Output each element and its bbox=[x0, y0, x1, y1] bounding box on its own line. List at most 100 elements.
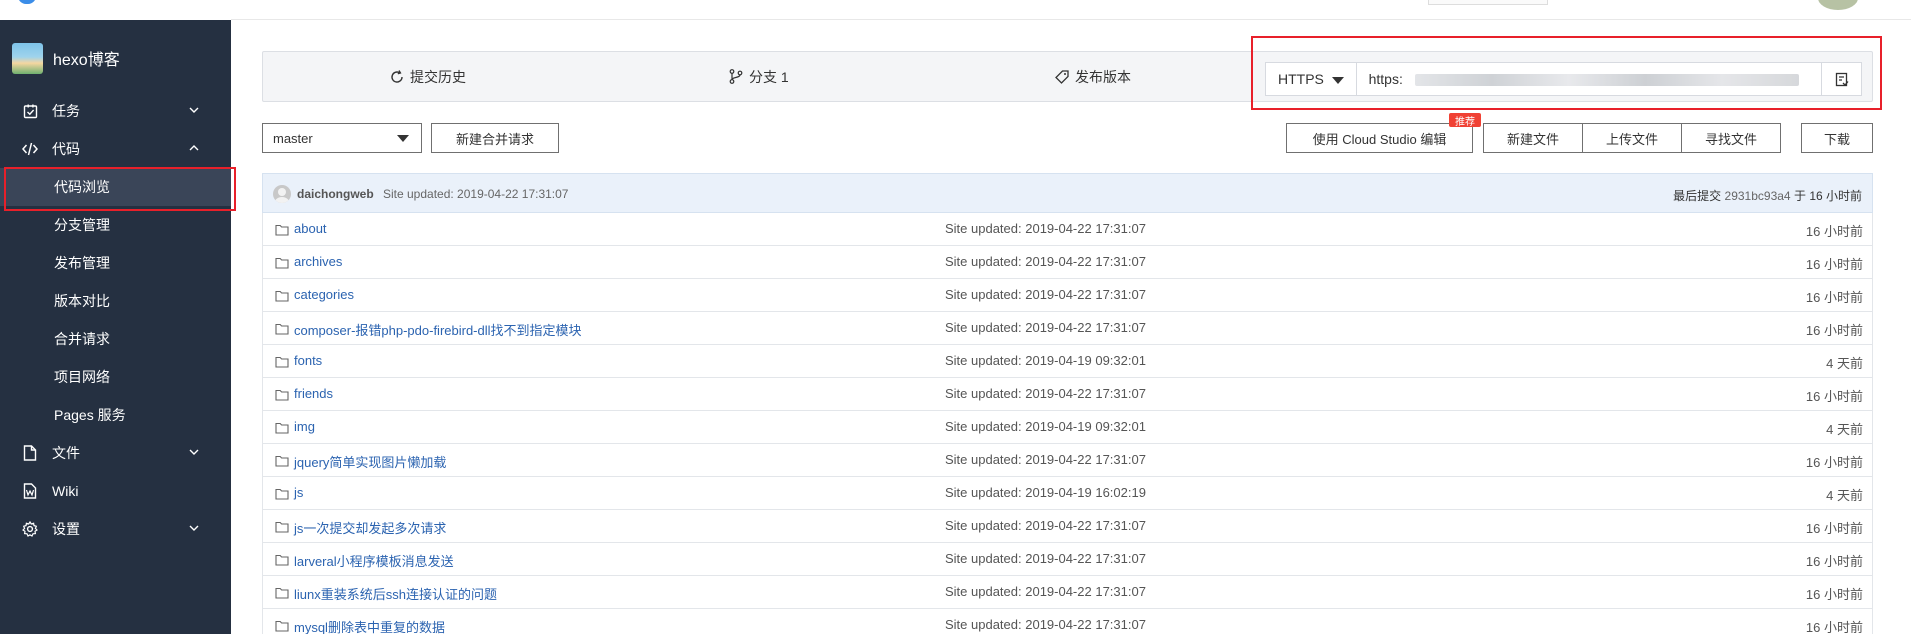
file-name-link[interactable]: img bbox=[294, 419, 315, 434]
clone-url-group: HTTPS https: bbox=[1265, 62, 1862, 96]
table-row[interactable]: jquery简单实现图片懒加载 Site updated: 2019-04-22 … bbox=[262, 444, 1873, 477]
file-commit-message[interactable]: Site updated: 2019-04-22 17:31:07 bbox=[945, 452, 1146, 467]
clone-protocol-value: HTTPS bbox=[1278, 71, 1324, 87]
file-name-link[interactable]: js bbox=[294, 485, 303, 500]
header-search-box[interactable] bbox=[1428, 0, 1548, 5]
sidebar-subitem-network[interactable]: 项目网络 bbox=[0, 358, 231, 396]
file-name-link[interactable]: liunx重装系统后ssh连接认证的问题 bbox=[294, 584, 497, 603]
author-avatar bbox=[273, 185, 291, 203]
recommend-badge: 推荐 bbox=[1449, 113, 1481, 128]
new-file-button[interactable]: 新建文件 bbox=[1483, 123, 1583, 153]
file-commit-time: 16 小时前 bbox=[1805, 521, 1863, 536]
sidebar-subitem-compare[interactable]: 版本对比 bbox=[0, 282, 231, 320]
folder-icon bbox=[275, 290, 289, 302]
sidebar-subitem-branches[interactable]: 分支管理 bbox=[0, 206, 231, 244]
file-commit-message[interactable]: Site updated: 2019-04-22 17:31:07 bbox=[945, 287, 1146, 302]
gear-icon bbox=[22, 521, 38, 537]
file-name-link[interactable]: friends bbox=[294, 386, 333, 401]
user-avatar[interactable] bbox=[1818, 0, 1858, 10]
file-icon bbox=[22, 445, 38, 461]
new-merge-request-button[interactable]: 新建合并请求 bbox=[431, 123, 559, 153]
sidebar-item-code[interactable]: 代码 bbox=[0, 130, 231, 168]
code-icon bbox=[22, 141, 38, 157]
table-row[interactable]: liunx重装系统后ssh连接认证的问题 Site updated: 2019-0… bbox=[262, 576, 1873, 609]
table-row[interactable]: larveral小程序模板消息发送 Site updated: 2019-04-2… bbox=[262, 543, 1873, 576]
table-row[interactable]: fonts Site updated: 2019-04-19 09:32:01 4 … bbox=[262, 345, 1873, 378]
table-row[interactable]: composer-报错php-pdo-firebird-dll找不到指定模块 Si… bbox=[262, 312, 1873, 345]
table-row[interactable]: about Site updated: 2019-04-22 17:31:07 16… bbox=[262, 213, 1873, 246]
file-name-link[interactable]: larveral小程序模板消息发送 bbox=[294, 551, 454, 570]
wiki-icon bbox=[22, 483, 38, 499]
sidebar-item-tasks[interactable]: 任务 bbox=[0, 92, 231, 130]
file-commit-time: 16 小时前 bbox=[1805, 290, 1863, 305]
releases-label: 发布版本 bbox=[1075, 68, 1131, 85]
file-name-link[interactable]: mysql删除表中重复的数据 bbox=[294, 617, 445, 634]
file-commit-message[interactable]: Site updated: 2019-04-19 16:02:19 bbox=[945, 485, 1146, 500]
table-row[interactable]: mysql删除表中重复的数据 Site updated: 2019-04-22 1… bbox=[262, 609, 1873, 634]
branches-link[interactable]: 分支 1 bbox=[729, 52, 789, 101]
folder-icon bbox=[275, 587, 289, 599]
file-name-link[interactable]: js一次提交却发起多次请求 bbox=[294, 518, 446, 537]
clone-protocol-select[interactable]: HTTPS bbox=[1265, 62, 1357, 96]
file-commit-message[interactable]: Site updated: 2019-04-22 17:31:07 bbox=[945, 221, 1146, 236]
sidebar-item-files[interactable]: 文件 bbox=[0, 434, 231, 472]
find-file-button[interactable]: 寻找文件 bbox=[1681, 123, 1781, 153]
table-row[interactable]: js Site updated: 2019-04-19 16:02:19 4 天前 bbox=[262, 477, 1873, 510]
file-name-link[interactable]: archives bbox=[294, 254, 342, 269]
file-commit-message[interactable]: Site updated: 2019-04-22 17:31:07 bbox=[945, 584, 1146, 599]
folder-icon bbox=[275, 455, 289, 467]
download-button[interactable]: 下载 bbox=[1801, 123, 1873, 153]
file-commit-message[interactable]: Site updated: 2019-04-22 17:31:07 bbox=[945, 386, 1146, 401]
sidebar-item-label: Wiki bbox=[52, 483, 79, 499]
sidebar-subitem-code-browse[interactable]: 代码浏览 bbox=[0, 168, 231, 206]
chevron-down-icon bbox=[189, 107, 199, 113]
file-name-link[interactable]: categories bbox=[294, 287, 354, 302]
table-row[interactable]: img Site updated: 2019-04-19 09:32:01 4 天前 bbox=[262, 411, 1873, 444]
folder-icon bbox=[275, 620, 289, 632]
folder-icon bbox=[275, 521, 289, 533]
folder-icon bbox=[275, 356, 289, 368]
branch-select[interactable]: master bbox=[262, 123, 422, 153]
file-name-link[interactable]: fonts bbox=[294, 353, 322, 368]
file-commit-time: 16 小时前 bbox=[1805, 323, 1863, 338]
sidebar-item-wiki[interactable]: Wiki bbox=[0, 472, 231, 510]
sidebar-subitem-pages[interactable]: Pages 服务 bbox=[0, 396, 231, 434]
file-commit-message[interactable]: Site updated: 2019-04-22 17:31:07 bbox=[945, 551, 1146, 566]
commit-author[interactable]: daichongweb bbox=[297, 187, 374, 201]
sidebar-item-label: 任务 bbox=[52, 103, 80, 119]
file-commit-message[interactable]: Site updated: 2019-04-19 09:32:01 bbox=[945, 419, 1146, 434]
copy-url-button[interactable] bbox=[1822, 62, 1862, 96]
folder-icon bbox=[275, 389, 289, 401]
caret-down-icon bbox=[397, 135, 409, 142]
table-row[interactable]: archives Site updated: 2019-04-22 17:31:0… bbox=[262, 246, 1873, 279]
sidebar-item-label: 文件 bbox=[52, 445, 80, 461]
file-name-link[interactable]: composer-报错php-pdo-firebird-dll找不到指定模块 bbox=[294, 320, 582, 339]
commit-hash[interactable]: 2931bc93a4 bbox=[1725, 189, 1791, 203]
file-name-link[interactable]: about bbox=[294, 221, 327, 236]
sidebar-nav: 任务 代码 代码浏览 分支管理 发布管理 版本对比 合并请求 项目网络 Page… bbox=[0, 92, 231, 548]
caret-down-icon bbox=[1331, 77, 1344, 84]
releases-link[interactable]: 发布版本 bbox=[1055, 52, 1131, 101]
clone-url-input[interactable]: https: bbox=[1356, 62, 1823, 96]
file-commit-message[interactable]: Site updated: 2019-04-22 17:31:07 bbox=[945, 254, 1146, 269]
sidebar-subitem-releases[interactable]: 发布管理 bbox=[0, 244, 231, 282]
file-commit-message[interactable]: Site updated: 2019-04-22 17:31:07 bbox=[945, 617, 1146, 632]
file-commit-message[interactable]: Site updated: 2019-04-22 17:31:07 bbox=[945, 320, 1146, 335]
file-rows: about Site updated: 2019-04-22 17:31:07 16… bbox=[262, 213, 1873, 634]
file-commit-message[interactable]: Site updated: 2019-04-19 09:32:01 bbox=[945, 353, 1146, 368]
commit-message[interactable]: Site updated: 2019-04-22 17:31:07 bbox=[383, 187, 568, 201]
table-row[interactable]: categories Site updated: 2019-04-22 17:31… bbox=[262, 279, 1873, 312]
chevron-down-icon bbox=[189, 449, 199, 455]
sidebar-item-settings[interactable]: 设置 bbox=[0, 510, 231, 548]
sidebar-subitem-merge-requests[interactable]: 合并请求 bbox=[0, 320, 231, 358]
brand-logo-icon[interactable] bbox=[18, 0, 36, 4]
table-row[interactable]: friends Site updated: 2019-04-22 17:31:07… bbox=[262, 378, 1873, 411]
upload-file-button[interactable]: 上传文件 bbox=[1582, 123, 1682, 153]
chevron-up-icon bbox=[189, 145, 199, 151]
project-header[interactable]: hexo博客 bbox=[12, 42, 120, 74]
table-row[interactable]: js一次提交却发起多次请求 Site updated: 2019-04-22 17… bbox=[262, 510, 1873, 543]
file-name-link[interactable]: jquery简单实现图片懒加载 bbox=[294, 452, 446, 471]
file-commit-message[interactable]: Site updated: 2019-04-22 17:31:07 bbox=[945, 518, 1146, 533]
cloud-studio-edit-button[interactable]: 使用 Cloud Studio 编辑 bbox=[1286, 123, 1473, 153]
commit-history-link[interactable]: 提交历史 bbox=[390, 52, 466, 101]
